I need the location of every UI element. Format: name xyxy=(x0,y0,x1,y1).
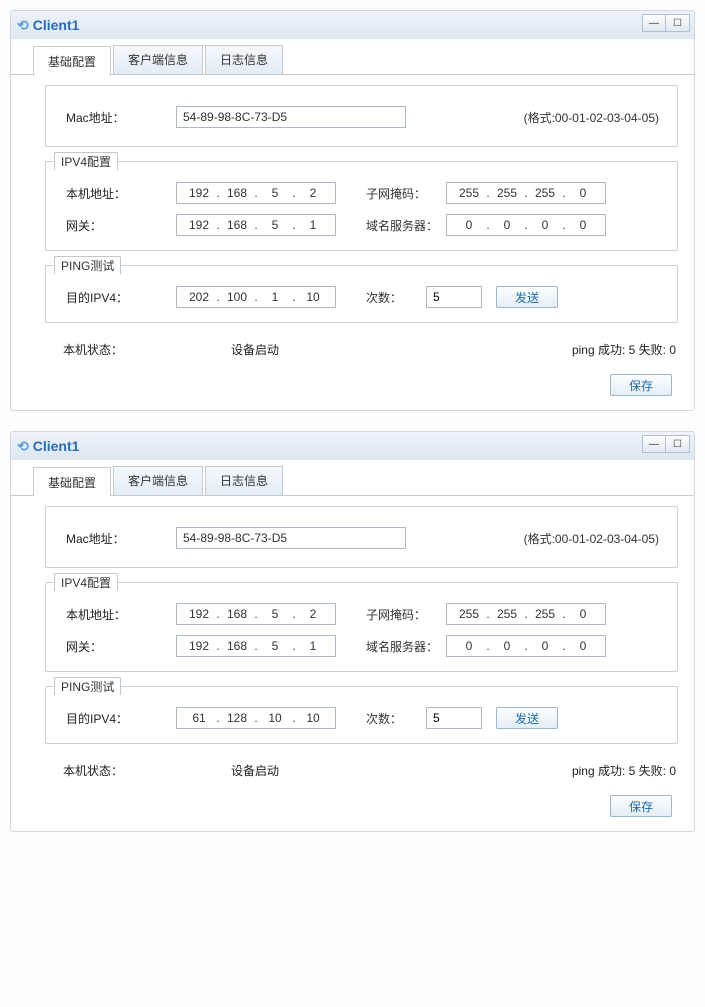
status-row: 本机状态： 设备启动 ping 成功: 5 失败: 0 xyxy=(45,337,678,358)
count-label: 次数： xyxy=(366,289,426,306)
pane-basic-config: Mac地址： (格式:00-01-02-03-04-05) IPV4配置 本机地… xyxy=(11,496,694,831)
group-ipv4: IPV4配置 本机地址： 192. 168. 5. 2 子网掩码： 255. 2… xyxy=(45,161,678,251)
tab-basic-config[interactable]: 基础配置 xyxy=(33,46,111,75)
gateway-input[interactable]: 192. 168. 5. 1 xyxy=(176,635,336,657)
titlebar[interactable]: ⟲ Client1 — ☐ xyxy=(11,11,694,39)
tab-basic-config[interactable]: 基础配置 xyxy=(33,467,111,496)
dest-ip-input[interactable]: 61. 128. 10. 10 xyxy=(176,707,336,729)
window-client-0: ⟲ Client1 — ☐ 基础配置 客户端信息 日志信息 Mac地址： (格式… xyxy=(10,10,695,411)
window-title: Client1 xyxy=(33,17,80,33)
host-status-label: 本机状态： xyxy=(63,341,123,358)
dns-input[interactable]: 0. 0. 0. 0 xyxy=(446,635,606,657)
mac-label: Mac地址： xyxy=(66,109,176,126)
ping-legend: PING测试 xyxy=(54,256,121,274)
mask-label: 子网掩码： xyxy=(366,185,446,202)
window-client-1: ⟲ Client1 — ☐ 基础配置 客户端信息 日志信息 Mac地址： (格式… xyxy=(10,431,695,832)
dest-ip-input[interactable]: 202. 100. 1. 10 xyxy=(176,286,336,308)
count-label: 次数： xyxy=(366,710,426,727)
minimize-button[interactable]: — xyxy=(642,14,666,32)
send-button[interactable]: 发送 xyxy=(496,707,558,729)
mac-input[interactable] xyxy=(176,527,406,549)
group-mac: Mac地址： (格式:00-01-02-03-04-05) xyxy=(45,506,678,568)
gateway-input[interactable]: 192. 168. 5. 1 xyxy=(176,214,336,236)
tab-log-info[interactable]: 日志信息 xyxy=(205,466,283,495)
ping-result: ping 成功: 5 失败: 0 xyxy=(572,341,676,358)
group-ping: PING测试 目的IPV4： 202. 100. 1. 10 次数： 发送 xyxy=(45,265,678,323)
minimize-button[interactable]: — xyxy=(642,435,666,453)
save-button[interactable]: 保存 xyxy=(610,374,672,396)
group-mac: Mac地址： (格式:00-01-02-03-04-05) xyxy=(45,85,678,147)
window-controls: — ☐ xyxy=(642,435,690,453)
dns-label: 域名服务器： xyxy=(366,217,446,234)
app-icon: ⟲ xyxy=(17,438,29,455)
tab-client-info[interactable]: 客户端信息 xyxy=(113,45,203,74)
mac-input[interactable] xyxy=(176,106,406,128)
maximize-button[interactable]: ☐ xyxy=(666,14,690,32)
count-input[interactable] xyxy=(426,286,482,308)
send-button[interactable]: 发送 xyxy=(496,286,558,308)
mac-hint: (格式:00-01-02-03-04-05) xyxy=(524,530,659,547)
maximize-button[interactable]: ☐ xyxy=(666,435,690,453)
dest-ip-label: 目的IPV4： xyxy=(66,710,176,727)
status-row: 本机状态： 设备启动 ping 成功: 5 失败: 0 xyxy=(45,758,678,779)
host-ip-input[interactable]: 192. 168. 5. 2 xyxy=(176,182,336,204)
save-button[interactable]: 保存 xyxy=(610,795,672,817)
group-ipv4: IPV4配置 本机地址： 192. 168. 5. 2 子网掩码： 255. 2… xyxy=(45,582,678,672)
host-status-label: 本机状态： xyxy=(63,762,123,779)
gateway-label: 网关： xyxy=(66,217,176,234)
window-controls: — ☐ xyxy=(642,14,690,32)
tab-client-info[interactable]: 客户端信息 xyxy=(113,466,203,495)
group-ping: PING测试 目的IPV4： 61. 128. 10. 10 次数： 发送 xyxy=(45,686,678,744)
tab-log-info[interactable]: 日志信息 xyxy=(205,45,283,74)
host-ip-input[interactable]: 192. 168. 5. 2 xyxy=(176,603,336,625)
mac-hint: (格式:00-01-02-03-04-05) xyxy=(524,109,659,126)
dns-input[interactable]: 0. 0. 0. 0 xyxy=(446,214,606,236)
mask-label: 子网掩码： xyxy=(366,606,446,623)
window-title: Client1 xyxy=(33,438,80,454)
tab-strip: 基础配置 客户端信息 日志信息 xyxy=(11,39,694,75)
ipv4-legend: IPV4配置 xyxy=(54,573,118,591)
count-input[interactable] xyxy=(426,707,482,729)
ping-legend: PING测试 xyxy=(54,677,121,695)
host-ip-label: 本机地址： xyxy=(66,606,176,623)
pane-basic-config: Mac地址： (格式:00-01-02-03-04-05) IPV4配置 本机地… xyxy=(11,75,694,410)
mask-input[interactable]: 255. 255. 255. 0 xyxy=(446,603,606,625)
mask-input[interactable]: 255. 255. 255. 0 xyxy=(446,182,606,204)
ipv4-legend: IPV4配置 xyxy=(54,152,118,170)
tab-strip: 基础配置 客户端信息 日志信息 xyxy=(11,460,694,496)
titlebar[interactable]: ⟲ Client1 — ☐ xyxy=(11,432,694,460)
dns-label: 域名服务器： xyxy=(366,638,446,655)
app-icon: ⟲ xyxy=(17,17,29,34)
dest-ip-label: 目的IPV4： xyxy=(66,289,176,306)
ping-result: ping 成功: 5 失败: 0 xyxy=(572,762,676,779)
host-status-value: 设备启动 xyxy=(231,762,279,779)
mac-label: Mac地址： xyxy=(66,530,176,547)
gateway-label: 网关： xyxy=(66,638,176,655)
host-ip-label: 本机地址： xyxy=(66,185,176,202)
host-status-value: 设备启动 xyxy=(231,341,279,358)
